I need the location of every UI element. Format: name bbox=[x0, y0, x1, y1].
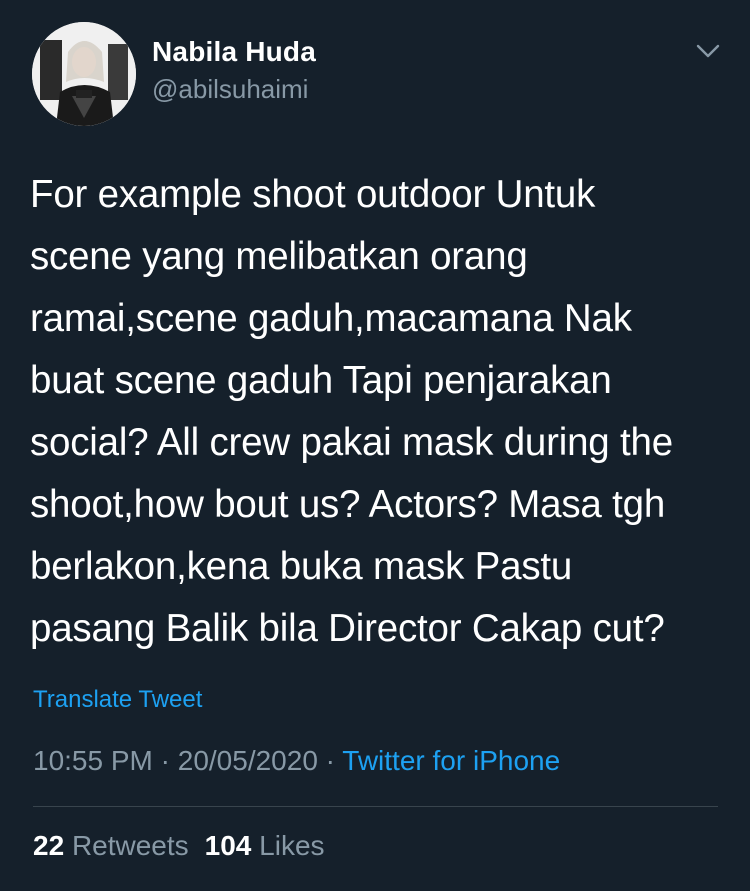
tweet-stats: 22 Retweets 104 Likes bbox=[33, 830, 325, 862]
likes-stat[interactable]: 104 Likes bbox=[205, 830, 325, 861]
translate-tweet-link[interactable]: Translate Tweet bbox=[33, 686, 202, 714]
retweets-stat[interactable]: 22 Retweets bbox=[33, 830, 189, 861]
tweet-meta: 10:55 PM · 20/05/2020 · Twitter for iPho… bbox=[33, 745, 560, 777]
chevron-down-icon[interactable] bbox=[690, 36, 726, 66]
meta-separator: · bbox=[317, 745, 343, 776]
user-handle[interactable]: @abilsuhaimi bbox=[152, 74, 308, 105]
meta-separator: · bbox=[152, 745, 178, 776]
retweets-count: 22 bbox=[33, 830, 65, 861]
tweet-detail: Nabila Huda @abilsuhaimi For example sho… bbox=[0, 0, 750, 891]
retweets-label: Retweets bbox=[71, 830, 189, 861]
tweet-text: For example shoot outdoor Untuk scene ya… bbox=[30, 173, 673, 650]
likes-count: 104 bbox=[204, 830, 252, 861]
tweet-time: 10:55 PM bbox=[33, 745, 153, 776]
display-name[interactable]: Nabila Huda bbox=[152, 36, 316, 68]
tweet-source-link[interactable]: Twitter for iPhone bbox=[342, 745, 560, 776]
avatar[interactable] bbox=[32, 22, 136, 126]
tweet-date: 20/05/2020 bbox=[177, 745, 318, 776]
likes-label: Likes bbox=[259, 830, 325, 861]
divider bbox=[33, 806, 718, 807]
profile-photo-icon bbox=[32, 22, 136, 126]
